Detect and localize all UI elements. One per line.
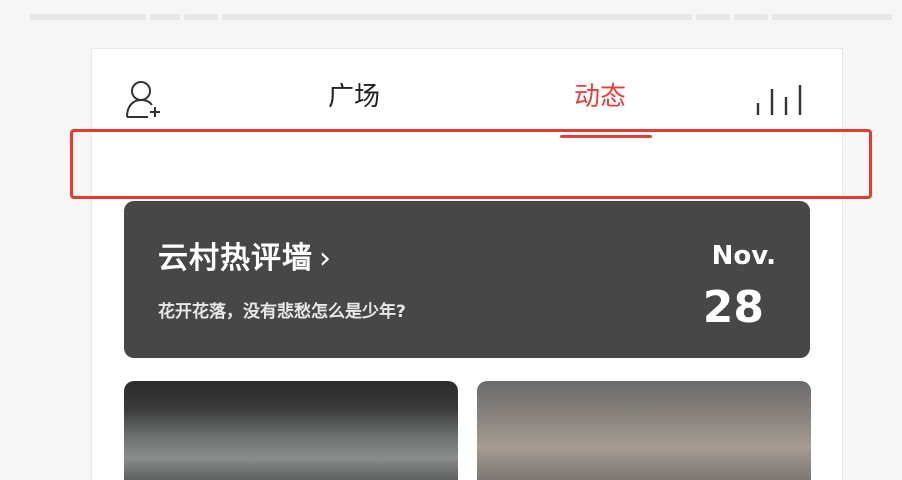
top-divider [30, 14, 902, 20]
banner-title: 云村热评墙 › [158, 241, 332, 277]
divider-segment [184, 14, 218, 20]
bar-chart-icon[interactable] [754, 79, 804, 117]
banner-day: 28 [702, 282, 764, 333]
tab-square[interactable]: 广场 [328, 77, 380, 117]
active-tab-indicator [560, 135, 652, 138]
divider-segment [734, 14, 768, 20]
add-user-icon[interactable] [124, 79, 162, 119]
divider-segment [696, 14, 730, 20]
divider-segment [30, 14, 146, 20]
divider-segment [150, 14, 180, 20]
tab-dynamic[interactable]: 动态 [574, 77, 626, 117]
app-screen: 广场 动态 云村热评墙 › 花开花落，没有悲愁怎么是少年? Nov. 28 [91, 48, 843, 480]
banner-title-text: 云村热评墙 [158, 241, 313, 276]
divider-segment [222, 14, 692, 20]
post-image-street[interactable] [124, 381, 458, 480]
banner-month: Nov. [711, 241, 776, 271]
post-image-crowd[interactable] [477, 381, 811, 480]
divider-segment [772, 14, 892, 20]
banner-subtitle: 花开花落，没有悲愁怎么是少年? [158, 302, 406, 322]
chevron-right-icon: › [319, 241, 332, 276]
top-navigation: 广场 动态 [92, 49, 842, 144]
hot-comments-banner[interactable]: 云村热评墙 › 花开花落，没有悲愁怎么是少年? Nov. 28 [124, 201, 810, 358]
